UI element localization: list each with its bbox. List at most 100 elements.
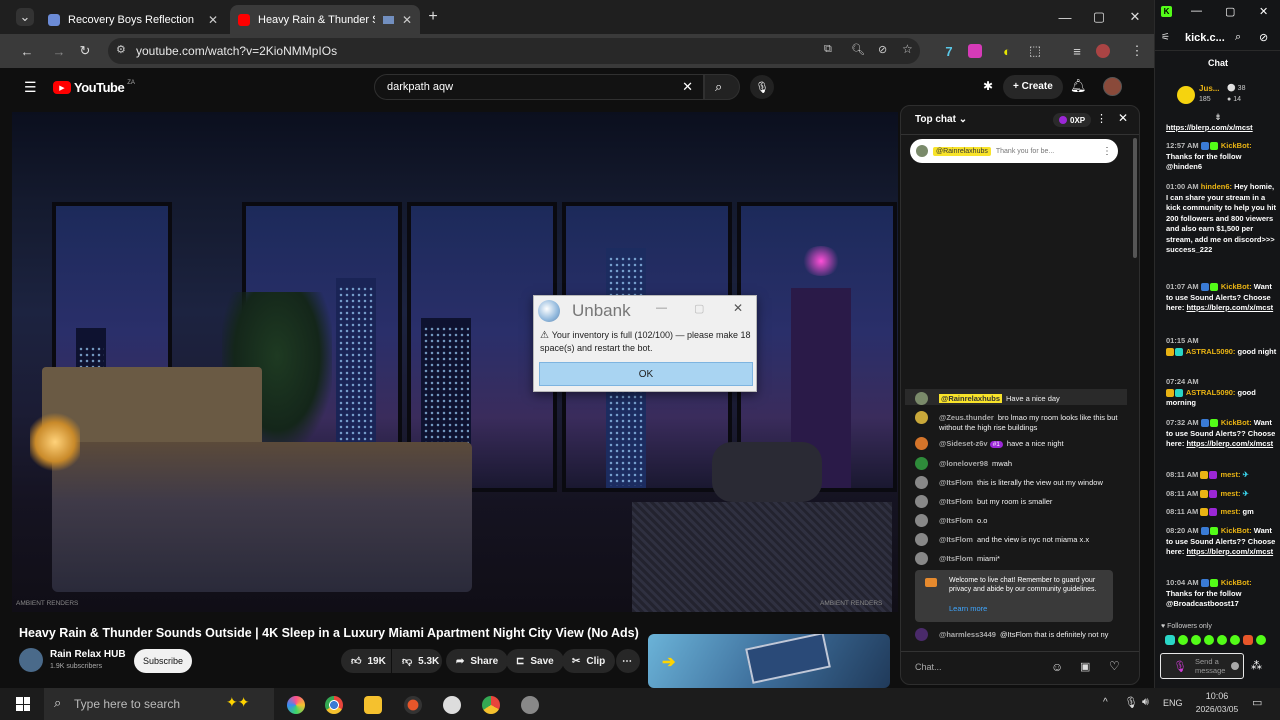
file-explorer-icon[interactable] — [364, 696, 382, 714]
volume-icon[interactable]: 🔊︎ — [1142, 696, 1149, 709]
clock-date[interactable]: 2026/03/05 — [1187, 704, 1247, 714]
emote-icon[interactable] — [1230, 635, 1240, 645]
media-controls-icon[interactable]: ≡ — [1068, 42, 1086, 60]
new-tab-icon[interactable]: + — [424, 8, 442, 26]
search-button[interactable]: ⌕ — [704, 74, 740, 100]
tab-heavy-rain[interactable]: Heavy Rain & Thunder Sou ✕ — [230, 5, 420, 34]
kick-user[interactable]: ASTRAL5090: — [1186, 347, 1236, 356]
chrome-menu-icon[interactable]: ⋮ — [1128, 42, 1146, 60]
close-tab-icon[interactable]: ✕ — [402, 13, 412, 27]
emote-icon[interactable] — [1256, 635, 1266, 645]
emote-icon[interactable] — [1191, 635, 1201, 645]
share-button[interactable]: ➦ Share — [446, 649, 509, 673]
bookmark-star-icon[interactable]: ☆ — [902, 42, 913, 56]
emote-icon[interactable] — [1243, 635, 1253, 645]
chat-mode-dropdown[interactable]: Top chat ⌄ — [915, 114, 967, 125]
pinned-more-icon[interactable]: ⋮ — [1102, 146, 1112, 157]
chat-more-icon[interactable]: ⋮ — [1096, 112, 1107, 125]
site-info-icon[interactable]: ⚙ — [116, 43, 126, 56]
super-chat-icon[interactable]: ▣ — [1080, 660, 1090, 673]
kick-settings-icon[interactable]: ⁂ — [1251, 659, 1262, 672]
kick-user[interactable]: mest: — [1220, 507, 1240, 516]
tab-search-icon[interactable]: ⌄ — [16, 8, 34, 26]
emoji-icon[interactable] — [1231, 662, 1239, 670]
mic-icon[interactable]: 🎙︎ — [1173, 660, 1187, 673]
close-window-icon[interactable]: ✕ — [1126, 8, 1144, 26]
chrome-icon[interactable] — [325, 696, 343, 714]
kick-pin-icon[interactable]: ⇟ — [1155, 112, 1280, 123]
hamburger-menu-icon[interactable]: ☰ — [24, 79, 37, 96]
windows-start-icon[interactable] — [16, 697, 30, 711]
clock-time[interactable]: 10:06 — [1192, 691, 1242, 701]
reload-icon[interactable]: ↻ — [76, 42, 94, 60]
more-actions-button[interactable]: ⋯ — [616, 649, 640, 673]
kick-link[interactable]: https://blerp.com/x/mcst — [1186, 439, 1273, 448]
extension-7tv-icon[interactable]: 7 — [940, 42, 958, 60]
like-button[interactable]: 👍︎ 19K — [341, 649, 391, 673]
emote-icon[interactable] — [1165, 635, 1175, 645]
emote-icon[interactable] — [1217, 635, 1227, 645]
stream-icon[interactable]: ✱ — [983, 79, 993, 93]
tray-chevron-icon[interactable]: ^ — [1103, 697, 1108, 708]
close-tab-icon[interactable]: ✕ — [208, 13, 218, 27]
app-icon[interactable] — [521, 696, 539, 714]
language-indicator[interactable]: ENG — [1163, 698, 1183, 708]
emote-icon[interactable] — [1178, 635, 1188, 645]
create-button[interactable]: + Create — [1003, 75, 1063, 99]
extensions-puzzle-icon[interactable]: ⬚ — [1026, 42, 1044, 60]
tab-recovery-boys[interactable]: Recovery Boys Reflection ✕ — [40, 5, 226, 34]
copilot-icon[interactable] — [287, 696, 305, 714]
pinned-message[interactable]: @Rainrelaxhubs Thank you for be... ⋮ — [910, 139, 1118, 163]
clip-button[interactable]: ✂ Clip — [562, 649, 616, 673]
kick-user[interactable]: ASTRAL5090: — [1186, 388, 1236, 397]
save-button[interactable]: ⊏ Save — [506, 649, 564, 673]
chrome-profile-icon[interactable] — [482, 696, 500, 714]
kick-user[interactable]: mest: — [1220, 470, 1240, 479]
subscribe-button[interactable]: Subscribe — [134, 649, 193, 673]
kick-close-icon[interactable]: ✕ — [1259, 5, 1268, 18]
app-icon[interactable] — [404, 696, 422, 714]
forward-icon[interactable]: → — [50, 42, 68, 60]
video-player[interactable]: AMBIENT RENDERS AMBIENT RENDERS — [12, 112, 898, 612]
zoom-icon[interactable]: 🔍︎ — [851, 43, 865, 56]
emote-icon[interactable] — [1204, 635, 1214, 645]
search-input[interactable]: darkpath aqw ✕ — [374, 74, 704, 100]
address-bar[interactable]: ⚙ youtube.com/watch?v=2KioNMMpIOs ⧉ 🔍︎ ⊘… — [108, 38, 920, 64]
kick-minimize-icon[interactable]: — — [1191, 5, 1202, 17]
extension-pink-icon[interactable] — [968, 44, 982, 58]
kick-message-input[interactable]: 🎙︎ Send a message — [1160, 653, 1244, 679]
kick-maximize-icon[interactable]: ▢ — [1225, 5, 1235, 18]
youtube-logo[interactable]: ▶ YouTube ZA — [53, 80, 135, 95]
kick-link[interactable]: https://blerp.com/x/mcst — [1186, 303, 1273, 312]
kick-user[interactable]: KickBot: — [1221, 282, 1252, 291]
taskbar-search[interactable]: ⌕ Type here to search ✦✦ — [44, 688, 274, 720]
profile-avatar-icon[interactable] — [1096, 44, 1110, 58]
emoji-icon[interactable]: ☺ — [1051, 660, 1063, 674]
extension-yellow-icon[interactable]: ◐ — [998, 42, 1016, 60]
channel-name[interactable]: Rain Relax HUB — [50, 649, 126, 660]
account-avatar[interactable] — [1103, 77, 1122, 96]
notifications-icon[interactable]: ▭ — [1252, 696, 1262, 709]
learn-more-link[interactable]: Learn more — [949, 604, 987, 613]
voice-search-icon[interactable]: 🎙︎ — [750, 75, 774, 99]
kick-user[interactable]: hinden6: — [1201, 182, 1232, 191]
dislike-button[interactable]: 👎︎ 5.3K — [392, 649, 442, 673]
dialog-close-icon[interactable]: ✕ — [733, 301, 743, 315]
chat-scrollbar[interactable] — [1133, 138, 1137, 258]
kick-user[interactable]: KickBot: — [1221, 578, 1252, 587]
kick-zoom-icon[interactable]: ⌕ — [1235, 31, 1241, 44]
close-chat-icon[interactable]: ✕ — [1118, 111, 1128, 125]
kick-user[interactable]: KickBot: — [1221, 141, 1252, 150]
install-icon[interactable]: ⧉ — [824, 43, 832, 56]
kick-link[interactable]: https://blerp.com/x/mcst — [1166, 123, 1253, 132]
kick-eye-off-icon[interactable]: ⊘ — [1259, 31, 1268, 44]
heart-icon[interactable]: ♡ — [1109, 659, 1120, 673]
dialog-minimize-icon[interactable]: — — [656, 302, 667, 314]
ok-button[interactable]: OK — [539, 362, 753, 386]
kick-user[interactable]: KickBot: — [1221, 526, 1252, 535]
related-video-thumbnail[interactable]: ➔ — [648, 634, 890, 688]
points-badge[interactable]: 0XP — [1053, 113, 1092, 127]
kick-tune-icon[interactable]: ⚟ — [1161, 32, 1170, 43]
maximize-icon[interactable]: ▢ — [1090, 8, 1108, 26]
eye-off-icon[interactable]: ⊘ — [878, 43, 887, 56]
